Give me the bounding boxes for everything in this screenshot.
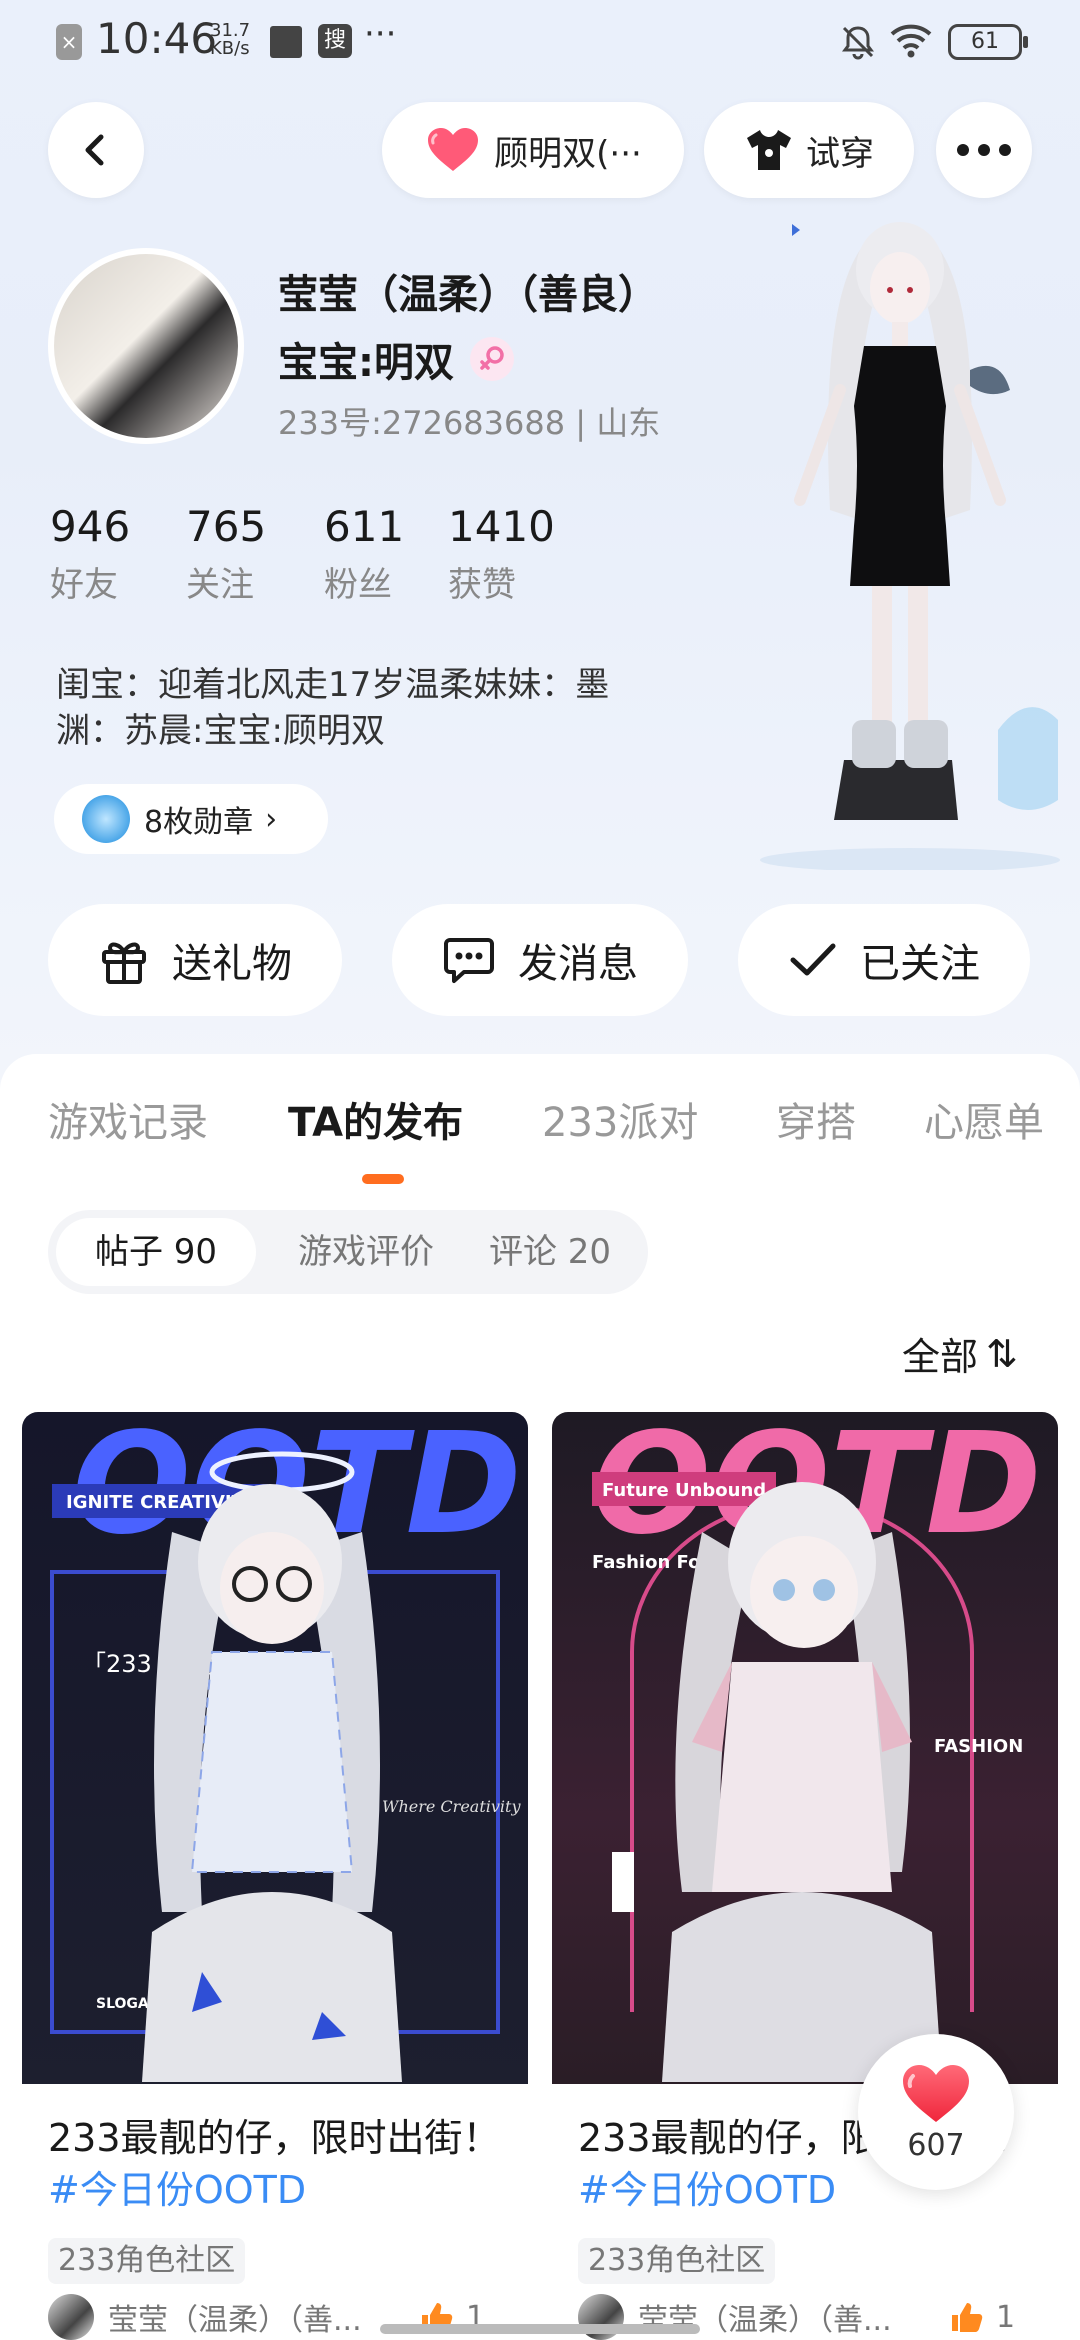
floating-like-button[interactable]: 607 <box>858 2034 1014 2190</box>
followed-label: 已关注 <box>860 941 980 987</box>
floating-like-count: 607 <box>907 2127 965 2163</box>
post-title: 233最靓的仔，限时出街！ #今日份OOTD <box>48 2112 508 2216</box>
cp-relation-button[interactable]: 顾明双(··· <box>382 102 684 198</box>
home-indicator[interactable] <box>380 2324 700 2334</box>
tab-outfits[interactable]: 穿搭 <box>776 1090 856 1148</box>
heart-icon <box>903 2064 969 2122</box>
tab-posts[interactable]: TA的发布 <box>288 1090 463 1148</box>
heart-icon <box>428 128 479 171</box>
battery-indicator: 61 <box>948 24 1028 60</box>
post-filter-segment: 帖子 90 游戏评价 评论 20 <box>48 1210 648 1294</box>
sort-icon: ⇅ <box>986 1331 1018 1376</box>
stat-label: 获赞 <box>448 565 516 605</box>
medals-label: 8枚勋章 <box>144 805 254 840</box>
send-message-button[interactable]: 发消息 <box>392 904 688 1016</box>
try-on-button[interactable]: 试穿 <box>704 102 914 198</box>
user-bio: 闺宝：迎着北风走17岁温柔妹妹：墨渊：苏晨:宝宝:顾明双 <box>56 665 610 751</box>
post-hashtag[interactable]: #今日份OOTD <box>48 2168 306 2212</box>
message-icon <box>444 938 494 983</box>
more-icon <box>957 144 1011 156</box>
cover-side: FASHION <box>934 1736 1023 1757</box>
stat-label: 好友 <box>50 565 118 605</box>
sort-filter-button[interactable]: 全部 ⇅ <box>902 1326 1018 1381</box>
medal-icon <box>82 795 130 843</box>
post-card[interactable]: OOTD Future Unbound Fashion Forward FASH… <box>552 1412 1058 2340</box>
post-hashtag[interactable]: #今日份OOTD <box>578 2168 836 2212</box>
wifi-icon <box>890 24 932 58</box>
post-card[interactable]: OOTD IGNITE CREATIVITY 「233 派对」 Where Cr… <box>22 1412 528 2340</box>
stat-value: 946 <box>50 502 131 551</box>
send-gift-label: 送礼物 <box>172 941 292 987</box>
tab-game-records[interactable]: 游戏记录 <box>48 1090 208 1148</box>
more-button[interactable] <box>936 102 1032 198</box>
profile-tabs: 游戏记录 TA的发布 233派对 穿搭 心愿单 <box>0 1090 1080 1160</box>
community-tag[interactable]: 233角色社区 <box>578 2238 776 2284</box>
check-icon <box>790 943 836 976</box>
followed-button[interactable]: 已关注 <box>738 904 1030 1016</box>
cp-line: 宝宝:明双 <box>278 330 514 388</box>
female-icon <box>470 337 514 381</box>
user-name: 莹莹（温柔）（善良） <box>278 272 658 318</box>
community-tag[interactable]: 233角色社区 <box>48 2238 246 2284</box>
tab-wishlist[interactable]: 心愿单 <box>924 1090 1044 1148</box>
notification-icon: × <box>56 24 82 60</box>
stat-fans[interactable]: 611 粉丝 <box>324 502 448 606</box>
post-cover-image: OOTD IGNITE CREATIVITY 「233 派对」 Where Cr… <box>22 1412 528 2084</box>
back-icon <box>85 134 104 166</box>
status-time: 10:46 <box>96 14 218 63</box>
avatar-character[interactable] <box>740 210 1060 870</box>
try-on-label: 试穿 <box>806 133 874 174</box>
net-speed: 31.7 KB/s <box>210 20 251 59</box>
app-icon <box>270 26 302 58</box>
cover-sub: Future Unbound <box>602 1480 766 1501</box>
stat-likes[interactable]: 1410 获赞 <box>448 502 578 606</box>
tshirt-icon <box>747 130 791 170</box>
send-message-label: 发消息 <box>518 941 638 987</box>
cover-side: Where Creativity <box>382 1797 521 1816</box>
like-count: 1 <box>996 2299 1016 2335</box>
stat-value: 1410 <box>448 502 555 551</box>
segment-game-reviews[interactable]: 游戏评价 <box>278 1218 454 1286</box>
avatar-photo <box>54 254 238 438</box>
search-app-icon: 搜 <box>318 24 352 58</box>
author-name: 莹莹（温柔）（善... <box>108 2303 362 2338</box>
stat-label: 关注 <box>186 565 254 605</box>
segment-comments[interactable]: 评论 20 <box>468 1218 632 1286</box>
user-id-location: 233号:272683688 | 山东 <box>278 404 661 442</box>
stat-value: 611 <box>324 502 405 551</box>
post-title-text: 233最靓的仔，限时出街！ <box>48 2116 501 2160</box>
cp-text: 宝宝:明双 <box>278 340 454 386</box>
stat-friends[interactable]: 946 好友 <box>50 502 186 606</box>
chevron-right-icon: › <box>265 801 278 837</box>
user-avatar[interactable] <box>48 248 244 444</box>
stat-label: 粉丝 <box>324 565 392 605</box>
mute-bell-icon <box>842 26 874 60</box>
post-cover-image: OOTD Future Unbound Fashion Forward FASH… <box>552 1412 1058 2084</box>
medals-button[interactable]: 8枚勋章 › <box>54 784 328 854</box>
active-tab-indicator <box>362 1174 404 1184</box>
more-notifications-icon: ··· <box>364 14 397 54</box>
stat-value: 765 <box>186 502 267 551</box>
user-stats: 946 好友 765 关注 611 粉丝 1410 获赞 <box>50 502 578 606</box>
send-gift-button[interactable]: 送礼物 <box>48 904 342 1016</box>
stat-following[interactable]: 765 关注 <box>186 502 324 606</box>
back-button[interactable] <box>48 102 144 198</box>
author-avatar[interactable] <box>48 2294 94 2340</box>
tab-party[interactable]: 233派对 <box>542 1090 698 1148</box>
cp-name: 顾明双(··· <box>494 133 642 174</box>
like-icon[interactable] <box>948 2299 984 2335</box>
gift-icon <box>102 942 146 984</box>
status-bar: × 10:46 31.7 KB/s 搜 ··· 61 <box>0 0 1080 90</box>
segment-posts[interactable]: 帖子 90 <box>56 1218 256 1286</box>
sort-label: 全部 <box>902 1335 979 1379</box>
